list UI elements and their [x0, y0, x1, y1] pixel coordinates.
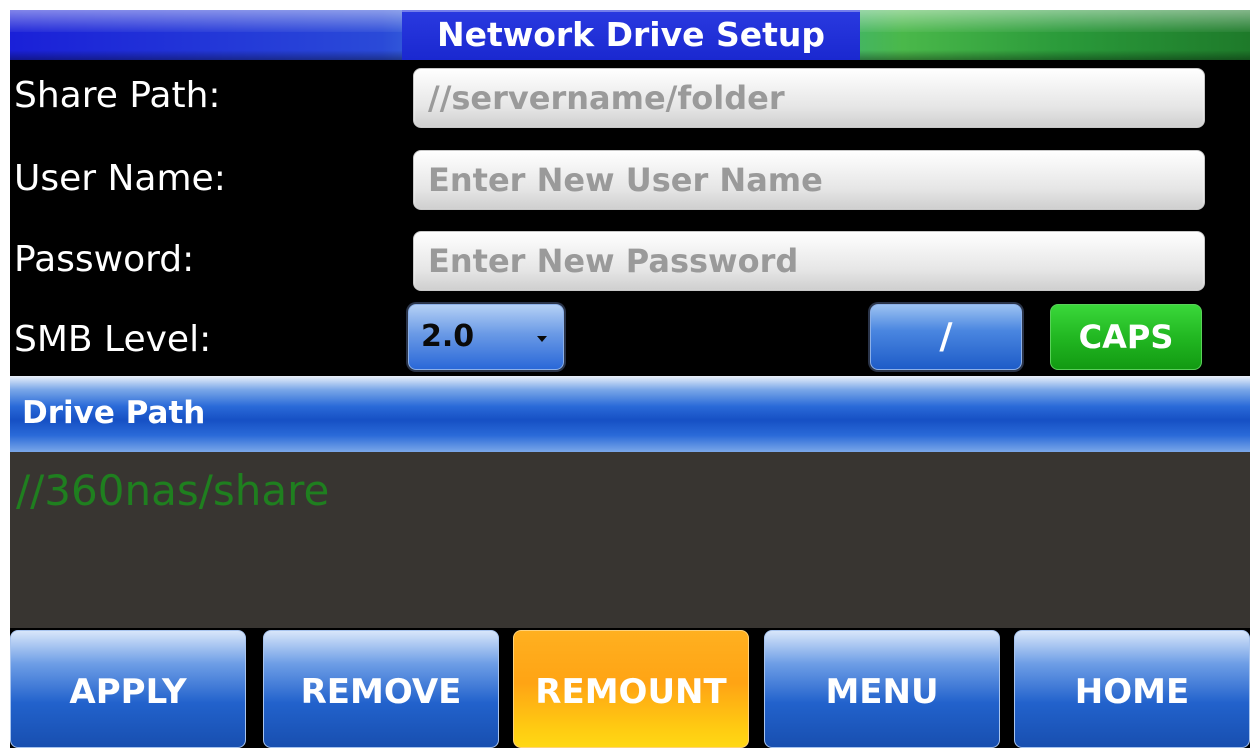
share-path-label: Share Path: [14, 75, 221, 116]
title-bar: Network Drive Setup [10, 10, 1250, 60]
user-name-label: User Name: [14, 158, 226, 199]
drive-path-list: //360nas/share [10, 452, 1250, 628]
remount-button[interactable]: REMOUNT [513, 630, 749, 748]
home-button[interactable]: HOME [1014, 630, 1250, 748]
dropdown-arrow-icon [537, 336, 547, 342]
share-path-input[interactable] [413, 68, 1205, 128]
slash-key-button[interactable]: / [870, 304, 1022, 370]
page-title: Network Drive Setup [402, 10, 860, 60]
network-drive-setup-screen: Network Drive Setup Share Path: User Nam… [10, 10, 1250, 748]
remove-button[interactable]: REMOVE [263, 630, 499, 748]
password-input[interactable] [413, 231, 1205, 291]
apply-button[interactable]: APPLY [10, 630, 246, 748]
drive-path-header-label: Drive Path [22, 395, 206, 431]
drive-path-header: Drive Path [10, 376, 1250, 452]
user-name-input[interactable] [413, 150, 1205, 210]
smb-level-label: SMB Level: [14, 319, 212, 360]
caps-toggle-button[interactable]: CAPS [1050, 304, 1202, 370]
smb-level-value: 2.0 [421, 319, 475, 354]
password-label: Password: [14, 239, 195, 280]
drive-path-item[interactable]: //360nas/share [16, 466, 329, 516]
menu-button[interactable]: MENU [764, 630, 1000, 748]
smb-level-dropdown[interactable]: 2.0 [408, 304, 564, 370]
